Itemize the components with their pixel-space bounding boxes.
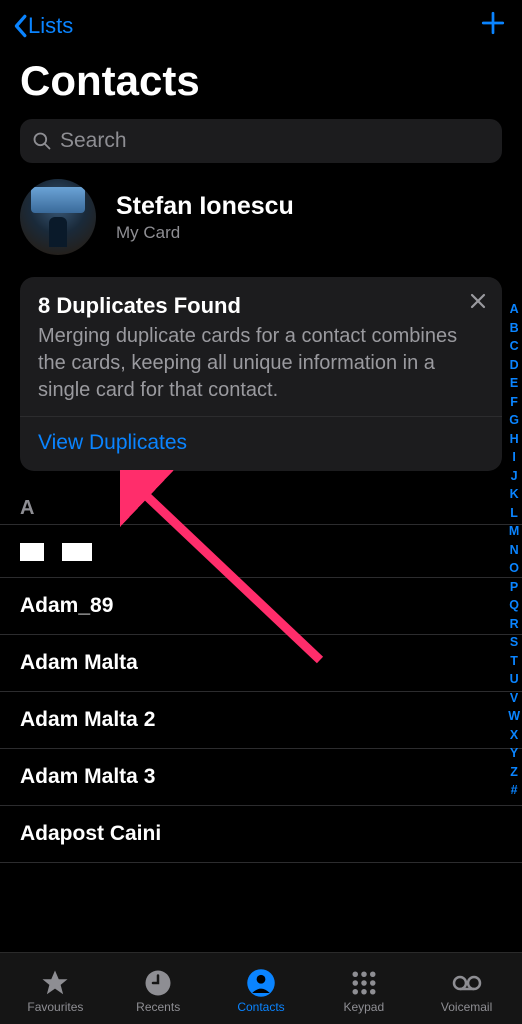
- person-icon: [246, 968, 276, 998]
- tab-favourites[interactable]: Favourites: [4, 968, 107, 1014]
- search-input[interactable]: Search: [20, 119, 502, 163]
- close-button[interactable]: [468, 291, 488, 315]
- keypad-icon: [349, 968, 379, 998]
- page-title: Contacts: [0, 49, 522, 119]
- contact-row[interactable]: [0, 525, 522, 578]
- alphabet-index[interactable]: ABCDEFGHIJKLMNOPQRSTUVWXYZ#: [508, 300, 520, 800]
- duplicates-text: Merging duplicate cards for a contact co…: [38, 323, 484, 404]
- contact-row[interactable]: Adam Malta: [0, 635, 522, 692]
- clock-icon: [143, 968, 173, 998]
- search-icon: [32, 131, 52, 151]
- star-icon: [40, 968, 70, 998]
- avatar: [20, 179, 96, 255]
- back-label: Lists: [28, 13, 73, 39]
- view-duplicates-link[interactable]: View Duplicates: [38, 417, 484, 471]
- my-card-sub: My Card: [116, 223, 294, 243]
- duplicates-card: 8 Duplicates Found Merging duplicate car…: [20, 277, 502, 471]
- contact-row[interactable]: Adam Malta 3: [0, 749, 522, 806]
- plus-icon: [480, 10, 506, 36]
- chevron-left-icon: [12, 14, 28, 38]
- duplicates-title: 8 Duplicates Found: [38, 293, 484, 319]
- tab-bar: Favourites Recents Contacts Keypad Voice…: [0, 952, 522, 1024]
- contact-row[interactable]: Adam_89: [0, 578, 522, 635]
- tab-voicemail[interactable]: Voicemail: [415, 968, 518, 1014]
- tab-recents[interactable]: Recents: [107, 968, 210, 1014]
- add-button[interactable]: [480, 10, 506, 41]
- tab-contacts[interactable]: Contacts: [210, 968, 313, 1014]
- back-button[interactable]: Lists: [12, 13, 73, 39]
- voicemail-icon: [452, 968, 482, 998]
- tab-keypad[interactable]: Keypad: [312, 968, 415, 1014]
- redacted-text: [20, 543, 44, 561]
- redacted-text: [62, 543, 92, 561]
- close-icon: [468, 291, 488, 311]
- search-placeholder: Search: [60, 129, 127, 153]
- my-card-row[interactable]: Stefan Ionescu My Card: [0, 163, 522, 271]
- contact-row[interactable]: Adapost Caini: [0, 806, 522, 863]
- section-header-a: A: [0, 471, 522, 525]
- contact-row[interactable]: Adam Malta 2: [0, 692, 522, 749]
- my-card-name: Stefan Ionescu: [116, 192, 294, 221]
